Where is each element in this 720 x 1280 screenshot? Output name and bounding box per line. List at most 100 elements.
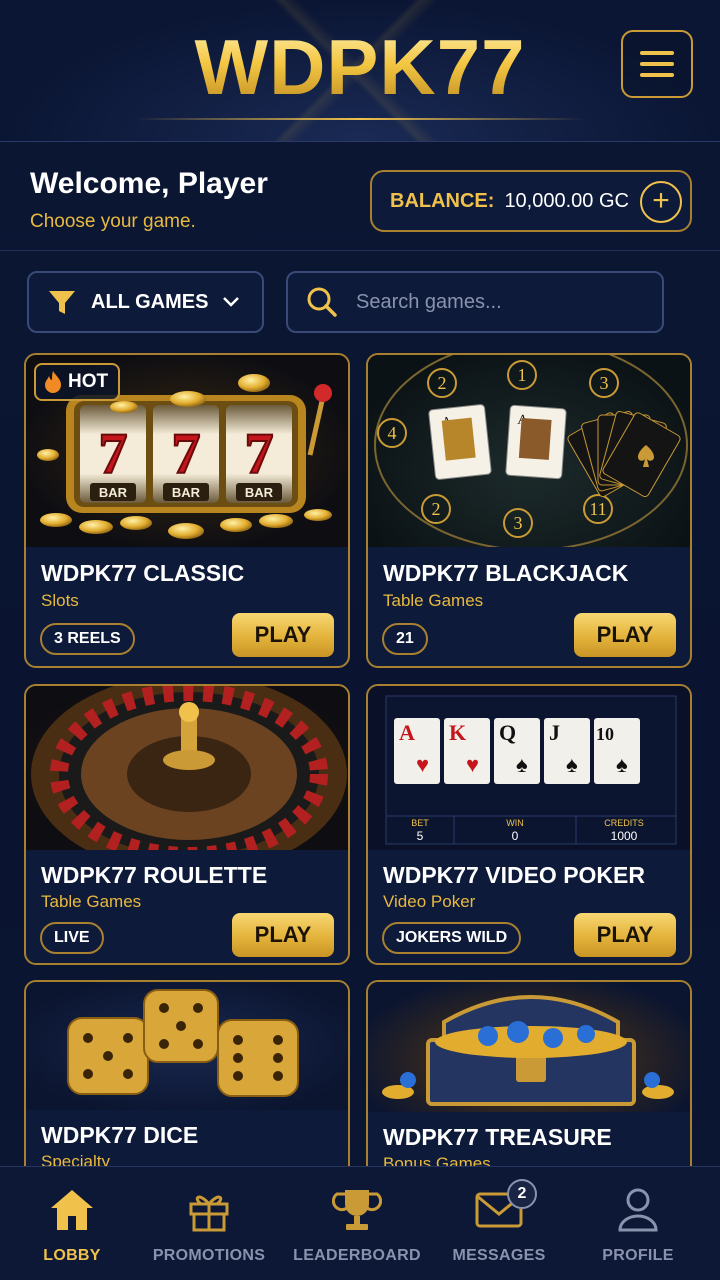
dice-art — [26, 982, 348, 1110]
add-funds-button[interactable]: + — [640, 181, 682, 223]
seat-number: 2 — [438, 373, 447, 393]
nav-messages[interactable]: 2 MESSAGES — [427, 1179, 571, 1265]
seat-number: 3 — [514, 513, 523, 533]
reel-label: BAR — [172, 485, 201, 500]
menu-icon-bar — [640, 73, 674, 77]
roulette-wheel-art — [26, 686, 348, 850]
play-button[interactable]: PLAY — [574, 913, 676, 957]
logo: WDPK77 — [0, 22, 720, 113]
game-tag: LIVE — [40, 922, 104, 954]
app-root: WDPK77 Welcome, Player Choose your game.… — [0, 0, 720, 1280]
game-tag: 21 — [382, 623, 428, 655]
treasure-illustration — [382, 995, 674, 1106]
game-title: WDPK77 VIDEO POKER — [383, 862, 645, 888]
game-title: WDPK77 ROULETTE — [41, 862, 268, 888]
hot-badge: HOT — [34, 363, 121, 401]
dice-illustration — [67, 989, 299, 1097]
welcome-block: Welcome, Player Choose your game. — [30, 167, 268, 233]
search-box[interactable] — [286, 271, 664, 333]
game-tag: JOKERS WILD — [382, 922, 522, 954]
unread-badge: 2 — [507, 1179, 537, 1209]
nav-label: PROFILE — [602, 1247, 674, 1264]
playing-card-rank: Q — [499, 720, 516, 745]
blackjack-table-illustration: 2 1 3 4 2 3 11 A — [374, 355, 688, 547]
video-poker-screen-art: A ♥ K ♥ Q ♠ J ♠ 10 ♠ BET WIN CREDITS 5 0… — [368, 686, 690, 850]
game-tag: 3 REELS — [40, 623, 135, 655]
nav-promotions[interactable]: PROMOTIONS — [137, 1185, 281, 1265]
playing-card-rank: J — [549, 720, 560, 745]
game-title: WDPK77 BLACKJACK — [383, 560, 629, 586]
seat-number: 2 — [432, 499, 441, 519]
blackjack-table-art: 2 1 3 4 2 3 11 A — [368, 355, 690, 547]
slot-machine-art: 7 7 7 BAR BAR BAR HOT — [26, 355, 348, 547]
game-filter-dropdown[interactable]: ALL GAMES — [27, 271, 264, 333]
flame-icon — [45, 371, 61, 393]
seat-number: 4 — [388, 423, 397, 443]
balance-value: 10,000.00 GC — [504, 189, 629, 212]
hud-credits-label: CREDITS — [604, 818, 644, 828]
game-category: Table Games — [41, 892, 142, 911]
hud-bet-label: BET — [411, 818, 429, 828]
svg-text:♥: ♥ — [416, 752, 429, 777]
divider — [0, 250, 720, 251]
roulette-illustration — [31, 686, 347, 850]
nav-label: LOBBY — [43, 1247, 101, 1264]
video-poker-illustration: A ♥ K ♥ Q ♠ J ♠ 10 ♠ BET WIN CREDITS 5 0… — [385, 695, 677, 845]
game-card-treasure[interactable]: WDPK77 TREASURE Bonus Games — [366, 980, 692, 1180]
reel-label: BAR — [245, 485, 274, 500]
hot-badge-label: HOT — [68, 371, 109, 392]
header: WDPK77 — [0, 0, 720, 142]
seat-number: 3 — [600, 373, 609, 393]
nav-profile[interactable]: PROFILE — [566, 1185, 710, 1265]
svg-text:♠: ♠ — [616, 752, 628, 777]
trophy-icon — [332, 1190, 382, 1230]
nav-leaderboard[interactable]: LEADERBOARD — [285, 1185, 429, 1265]
search-icon — [307, 287, 337, 317]
welcome-subtitle: Choose your game. — [30, 211, 196, 232]
menu-icon-bar — [640, 62, 674, 66]
hud-win-value: 0 — [512, 829, 519, 843]
play-button[interactable]: PLAY — [232, 613, 334, 657]
nav-lobby[interactable]: LOBBY — [0, 1185, 144, 1265]
game-card-video-poker[interactable]: A ♥ K ♥ Q ♠ J ♠ 10 ♠ BET WIN CREDITS 5 0… — [366, 684, 692, 965]
hud-credits-value: 1000 — [611, 829, 638, 843]
balance-pill: BALANCE: 10,000.00 GC + — [370, 170, 692, 232]
game-category: Video Poker — [383, 892, 476, 911]
game-card-blackjack[interactable]: 2 1 3 4 2 3 11 A — [366, 353, 692, 668]
play-button[interactable]: PLAY — [574, 613, 676, 657]
game-title: WDPK77 TREASURE — [383, 1124, 612, 1150]
gift-icon — [189, 1195, 229, 1232]
game-title: WDPK77 DICE — [41, 1122, 199, 1148]
logo-underline — [135, 118, 585, 120]
seat-number: 11 — [589, 499, 606, 519]
filter-label: ALL GAMES — [91, 290, 209, 313]
game-card-classic[interactable]: 7 7 7 BAR BAR BAR HOT WDPK77 CLASSIC Slo… — [24, 353, 350, 668]
playing-card-rank: A — [399, 720, 415, 745]
playing-card-rank: 10 — [596, 724, 614, 744]
balance-label: BALANCE: — [390, 189, 495, 212]
svg-text:♠: ♠ — [516, 752, 528, 777]
hud-bet-value: 5 — [417, 829, 424, 843]
playing-card-rank: K — [449, 720, 466, 745]
menu-button[interactable] — [621, 30, 693, 98]
welcome-title: Welcome, Player — [30, 167, 268, 200]
game-card-dice[interactable]: WDPK77 DICE Specialty — [24, 980, 350, 1180]
home-icon — [51, 1190, 93, 1230]
menu-icon-bar — [640, 51, 674, 55]
nav-label: LEADERBOARD — [293, 1247, 421, 1264]
game-category: Table Games — [383, 591, 484, 610]
game-card-roulette[interactable]: WDPK77 ROULETTE Table Games LIVE PLAY — [24, 684, 350, 965]
search-input[interactable] — [356, 290, 636, 314]
game-title: WDPK77 CLASSIC — [41, 560, 245, 586]
nav-label: PROMOTIONS — [152, 1247, 266, 1264]
game-category: Slots — [41, 591, 79, 610]
reel-label: BAR — [99, 485, 128, 500]
nav-label: MESSAGES — [452, 1247, 546, 1264]
treasure-chest-art — [368, 982, 690, 1112]
filter-icon — [49, 291, 75, 314]
hud-win-label: WIN — [506, 818, 524, 828]
bottom-nav: LOBBY PROMOTIONS LEADERBOARD 2 MESSAGES … — [0, 1166, 720, 1280]
chevron-down-icon — [223, 297, 240, 307]
play-button[interactable]: PLAY — [232, 913, 334, 957]
svg-text:♠: ♠ — [566, 752, 578, 777]
